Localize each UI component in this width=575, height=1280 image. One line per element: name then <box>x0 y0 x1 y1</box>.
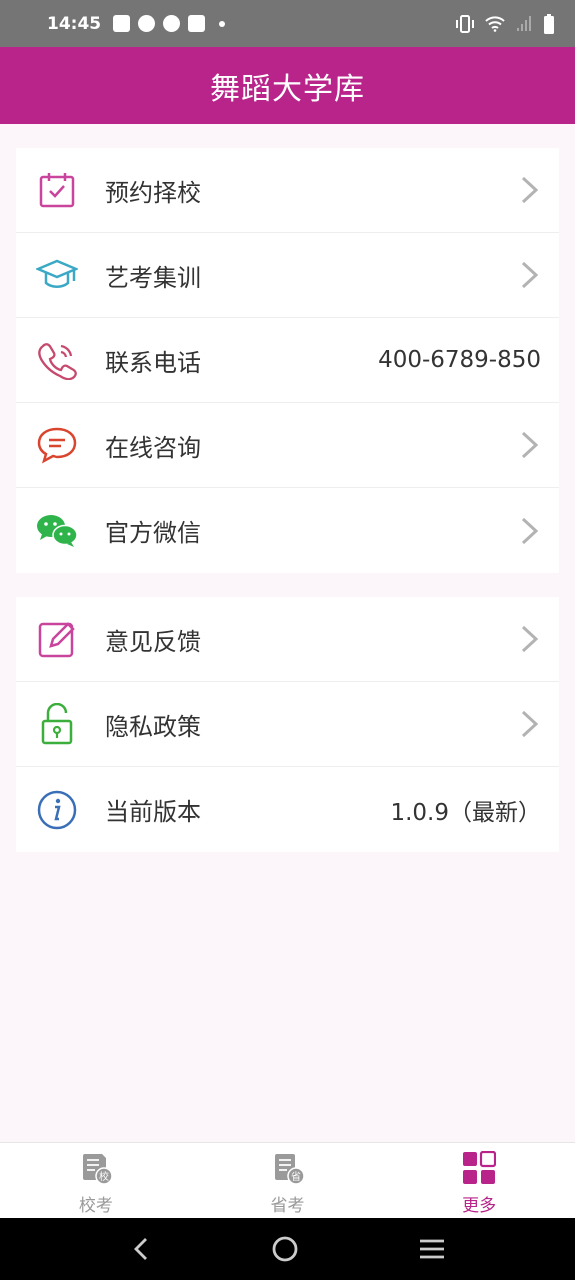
menu-item-feedback[interactable]: 意见反馈 <box>16 597 559 682</box>
chevron-right-icon <box>521 176 539 204</box>
unlock-icon <box>36 703 78 745</box>
tab-school-exam[interactable]: 校 校考 <box>0 1143 192 1218</box>
menu-item-label: 在线咨询 <box>105 433 201 462</box>
menu-card-secondary: 意见反馈 隐私政策 当前版本 1.0.9（最新） <box>16 597 559 852</box>
more-notifications-icon <box>219 20 226 27</box>
calendar-check-icon <box>36 169 78 211</box>
signal-icon <box>517 15 531 31</box>
chevron-right-icon <box>521 261 539 289</box>
chevron-right-icon <box>521 710 539 738</box>
speed-icon-2 <box>163 15 181 32</box>
wechat-icon <box>36 510 78 552</box>
menu-item-label: 当前版本 <box>105 798 201 826</box>
chevron-right-icon <box>521 517 539 544</box>
wifi-icon <box>485 15 505 32</box>
status-bar: 14:45 <box>0 0 575 47</box>
chevron-right-icon <box>521 625 539 653</box>
chevron-right-icon <box>521 431 539 459</box>
tab-province-exam[interactable]: 省 省考 <box>192 1143 384 1218</box>
menu-item-label: 隐私政策 <box>105 712 201 741</box>
phone-number[interactable]: 400-6789-850 <box>378 347 541 373</box>
system-nav-bar <box>0 1218 575 1280</box>
page-title: 舞蹈大学库 <box>210 71 365 107</box>
app-bar: 舞蹈大学库 <box>0 47 575 124</box>
status-time: 14:45 <box>47 13 102 34</box>
menu-item-privacy[interactable]: 隐私政策 <box>16 682 559 767</box>
home-icon[interactable] <box>271 1235 299 1263</box>
tab-label: 更多 <box>462 1196 497 1216</box>
svg-text:省: 省 <box>291 1170 301 1183</box>
menu-item-label: 联系电话 <box>105 348 201 377</box>
menu-item-label: 艺考集训 <box>105 263 201 292</box>
menu-item-wechat[interactable]: 官方微信 <box>16 488 559 573</box>
recents-menu-icon[interactable] <box>418 1238 446 1260</box>
notification-icons <box>113 15 226 32</box>
province-exam-icon: 省 <box>274 1154 305 1185</box>
version-value: 1.0.9（最新） <box>390 799 541 826</box>
phone-icon <box>36 339 78 381</box>
vibrate-icon <box>456 14 474 33</box>
menu-item-label: 官方微信 <box>105 519 201 547</box>
tab-more[interactable]: 更多 <box>383 1143 575 1218</box>
grid-more-icon <box>463 1151 497 1184</box>
tab-label: 校考 <box>78 1196 113 1216</box>
mail-icon-2 <box>188 15 206 32</box>
svg-text:校: 校 <box>99 1170 109 1183</box>
battery-icon <box>544 13 554 34</box>
menu-item-phone[interactable]: 联系电话 400-6789-850 <box>16 318 559 403</box>
mail-icon <box>113 15 131 32</box>
system-icons <box>455 13 555 34</box>
menu-item-label: 意见反馈 <box>105 627 201 656</box>
speed-icon <box>138 15 156 32</box>
menu-item-book-school[interactable]: 预约择校 <box>16 148 559 233</box>
menu-item-online-consult[interactable]: 在线咨询 <box>16 403 559 488</box>
info-icon <box>36 789 78 831</box>
chat-bubble-icon <box>36 424 78 466</box>
tab-label: 省考 <box>270 1196 305 1216</box>
menu-item-training[interactable]: 艺考集训 <box>16 233 559 318</box>
menu-card-main: 预约择校 艺考集训 联系电话 400-6789-850 在线咨询 官方微信 <box>16 148 559 573</box>
edit-icon <box>36 618 78 660</box>
menu-item-version: 当前版本 1.0.9（最新） <box>16 767 559 852</box>
back-icon[interactable] <box>130 1236 152 1262</box>
graduation-cap-icon <box>36 254 78 296</box>
menu-item-label: 预约择校 <box>105 178 201 207</box>
school-exam-icon: 校 <box>82 1154 113 1185</box>
bottom-tab-bar: 校 校考 省 省考 更多 <box>0 1142 575 1218</box>
